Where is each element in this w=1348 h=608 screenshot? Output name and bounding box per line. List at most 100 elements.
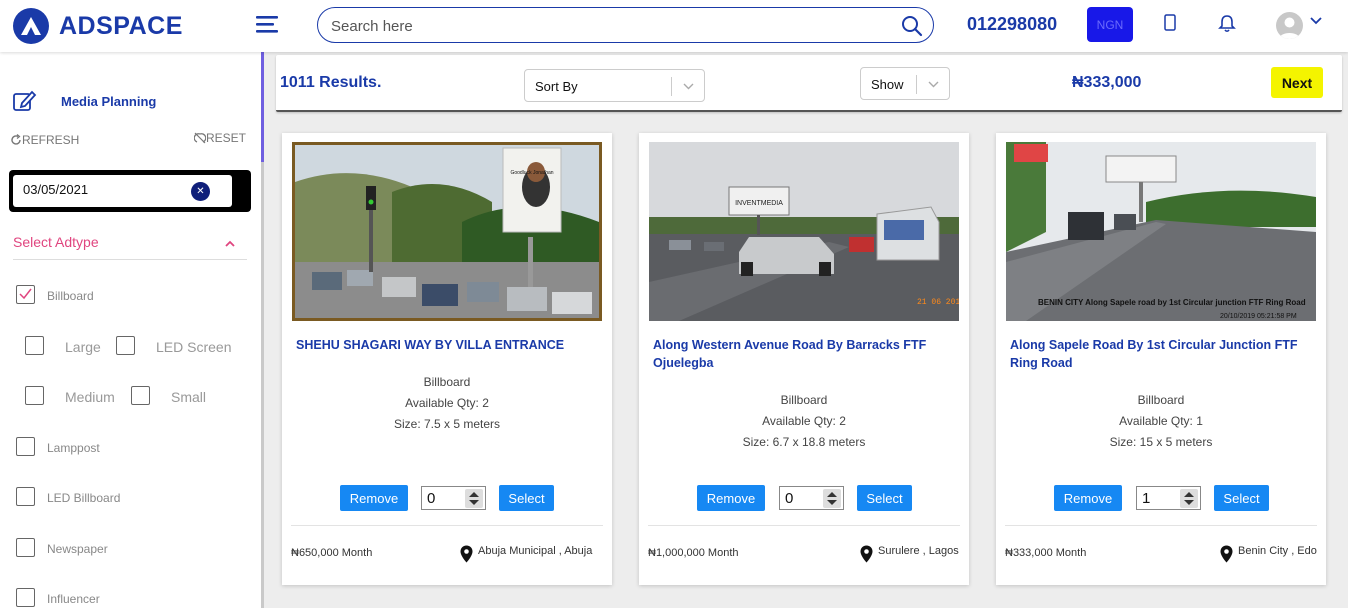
card-size: Size: 7.5 x 5 meters — [393, 417, 501, 431]
sort-by-select[interactable]: Sort By — [524, 69, 705, 102]
card-qty: Available Qty: 2 — [762, 414, 846, 428]
currency-button[interactable]: NGN — [1087, 7, 1133, 42]
chevron-down-icon[interactable] — [1309, 14, 1323, 28]
newspaper-checkbox[interactable] — [16, 538, 35, 557]
photo-date: 21 06 2018 — [917, 298, 959, 307]
photo-date: 20/10/2019 05:21:58 PM — [1220, 313, 1297, 320]
select-button[interactable]: Select — [1214, 485, 1269, 511]
avatar[interactable] — [1276, 12, 1303, 39]
edit-icon — [13, 90, 37, 111]
reset-button[interactable]: RESET — [194, 131, 246, 145]
card-details: Billboard Available Qty: 2 Size: 6.7 x 1… — [639, 390, 969, 453]
search-icon[interactable] — [901, 15, 923, 37]
adtype-dropdown[interactable]: Select Adtype — [13, 234, 247, 260]
card-price: ₦650,000 Month — [291, 547, 373, 559]
checkmark-icon — [19, 288, 32, 300]
small-label: Small — [171, 389, 207, 405]
location-pin-icon — [860, 545, 873, 563]
quantity-input[interactable] — [785, 490, 819, 507]
billboard-card: INVENTMEDIA 21 06 2018 Along Western Ave… — [639, 133, 969, 585]
divider — [648, 525, 960, 526]
led-billboard-checkbox[interactable] — [16, 487, 35, 506]
adtype-label: Select Adtype — [13, 234, 99, 250]
quantity-stepper — [779, 486, 844, 510]
brand-name: ADSPACE — [59, 11, 183, 40]
filter-sidebar: Media Planning REFRESH RESET ✕ Select Ad… — [0, 52, 264, 608]
card-qty: Available Qty: 1 — [1119, 414, 1203, 428]
show-label: Show — [871, 77, 904, 92]
photo-caption: BENIN CITY Along Sapele road by 1st Circ… — [1038, 298, 1306, 307]
location-label: Surulere , Lagos — [878, 545, 959, 557]
billboard-photo[interactable]: Goodluck Jonathan — [292, 142, 602, 321]
reset-label: RESET — [206, 131, 247, 145]
spinner-icon[interactable] — [823, 489, 841, 508]
remove-button[interactable]: Remove — [1054, 485, 1122, 511]
led-screen-checkbox[interactable] — [116, 336, 135, 355]
logo-icon — [13, 8, 49, 44]
brand-logo[interactable]: ADSPACE — [13, 8, 183, 44]
large-label: Large — [65, 339, 101, 355]
chevron-down-icon — [683, 83, 694, 90]
refresh-button[interactable]: REFRESH — [10, 133, 79, 147]
search-bar — [317, 7, 934, 43]
card-qty: Available Qty: 2 — [405, 396, 489, 410]
card-title[interactable]: Along Western Avenue Road By Barracks FT… — [653, 336, 953, 372]
billboard-photo[interactable]: BENIN CITY Along Sapele road by 1st Circ… — [1006, 142, 1316, 321]
divider — [1005, 525, 1317, 526]
show-select[interactable]: Show — [860, 67, 950, 100]
card-type: Billboard — [423, 375, 471, 389]
location-label: Benin City , Edo — [1238, 545, 1317, 557]
select-button[interactable]: Select — [857, 485, 912, 511]
menu-toggle-icon[interactable] — [256, 13, 280, 37]
chevron-up-icon — [225, 240, 235, 247]
card-title[interactable]: Along Sapele Road By 1st Circular Juncti… — [1010, 336, 1310, 372]
large-checkbox[interactable] — [25, 336, 44, 355]
bell-icon[interactable] — [1216, 13, 1238, 35]
select-button[interactable]: Select — [499, 485, 554, 511]
refresh-label: REFRESH — [22, 133, 80, 147]
influencer-label: Influencer — [47, 592, 100, 606]
results-count: 1011 Results. — [280, 74, 382, 91]
billboard-photo[interactable]: INVENTMEDIA 21 06 2018 — [649, 142, 959, 321]
card-size: Size: 15 x 5 meters — [1109, 435, 1213, 449]
quantity-input[interactable] — [427, 490, 461, 507]
next-button[interactable]: Next — [1271, 67, 1323, 98]
sidebar-scrollbar[interactable] — [261, 52, 264, 162]
card-location: Abuja Municipal , Abuja — [460, 545, 592, 563]
date-field: ✕ — [13, 175, 232, 207]
billboard-card: BENIN CITY Along Sapele road by 1st Circ… — [996, 133, 1326, 585]
date-input[interactable] — [23, 182, 173, 197]
billboard-checkbox[interactable] — [16, 285, 35, 304]
lamppost-checkbox[interactable] — [16, 437, 35, 456]
medium-label: Medium — [65, 389, 115, 405]
spinner-icon[interactable] — [465, 489, 483, 508]
small-checkbox[interactable] — [131, 386, 150, 405]
card-title[interactable]: SHEHU SHAGARI WAY BY VILLA ENTRANCE — [296, 336, 596, 354]
influencer-checkbox[interactable] — [16, 588, 35, 607]
quantity-input[interactable] — [1142, 490, 1176, 507]
divider — [291, 525, 603, 526]
card-type: Billboard — [780, 393, 828, 407]
remove-button[interactable]: Remove — [340, 485, 408, 511]
remove-button[interactable]: Remove — [697, 485, 765, 511]
reset-icon — [194, 132, 206, 144]
card-price: ₦1,000,000 Month — [648, 547, 739, 559]
phone-number[interactable]: 012298080 — [967, 14, 1057, 35]
medium-checkbox[interactable] — [25, 386, 44, 405]
spinner-icon[interactable] — [1180, 489, 1198, 508]
date-filter: ✕ — [9, 170, 251, 212]
billboard-card: Goodluck Jonathan SHEHU SHAGARI WAY BY V… — [282, 133, 612, 585]
top-header: ADSPACE 012298080 NGN — [0, 0, 1348, 52]
refresh-icon — [11, 134, 21, 145]
search-input[interactable] — [331, 16, 891, 36]
location-label: Abuja Municipal , Abuja — [478, 545, 593, 557]
newspaper-label: Newspaper — [47, 542, 108, 556]
mobile-icon[interactable] — [1160, 13, 1182, 35]
billboard-caption: Goodluck Jonathan — [510, 170, 553, 176]
media-planning-link[interactable]: Media Planning — [13, 90, 156, 112]
total-price: ₦333,000 — [1072, 74, 1142, 91]
card-details: Billboard Available Qty: 1 Size: 15 x 5 … — [996, 390, 1326, 453]
billboard-label: Billboard — [47, 289, 94, 303]
clear-date-icon[interactable]: ✕ — [191, 182, 210, 201]
card-location: Benin City , Edo — [1220, 545, 1317, 563]
